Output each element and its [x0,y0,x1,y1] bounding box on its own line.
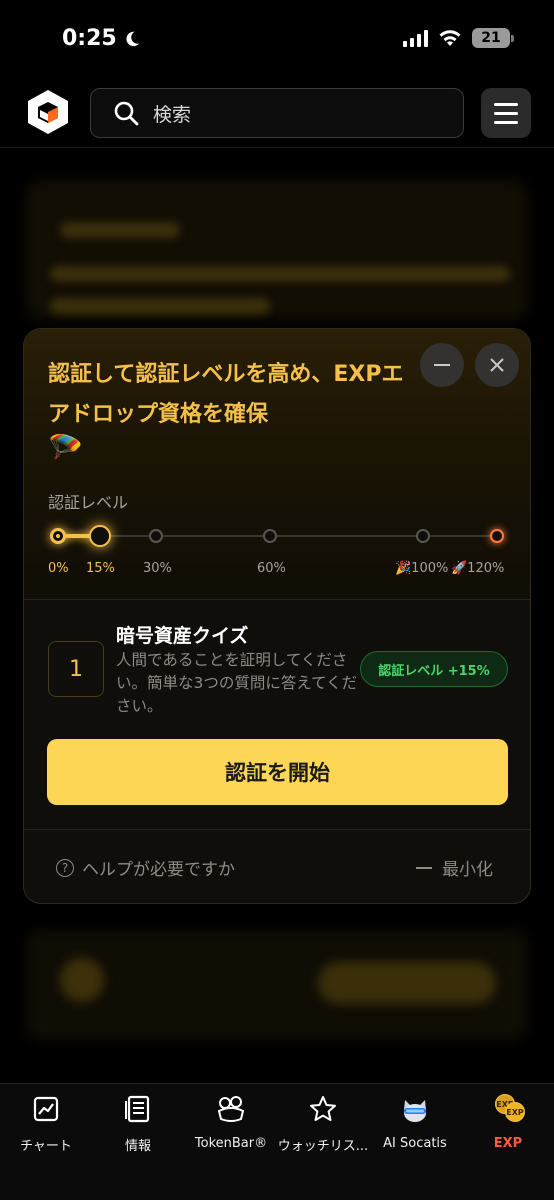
moon-icon [126,31,139,46]
level-dot-0 [50,528,66,544]
level-label-60: 60% [257,561,286,576]
background-button [318,962,496,1004]
level-label-0: 0% [48,561,69,576]
task-description: 人間であることを証明してください。簡単な3つの質問に答えてください。 [116,651,358,715]
minimize-label: 最小化 [442,860,493,880]
logo-icon [28,90,68,134]
task-title: 暗号資産クイズ [116,625,249,647]
level-label-30: 30% [143,561,172,576]
level-progress-track [57,534,499,538]
exp-coins-icon: EXP EXP [493,1094,525,1124]
chart-icon [31,1094,61,1123]
close-icon [490,358,504,372]
background-text [60,222,180,238]
close-button[interactable] [475,343,519,387]
battery-icon: 21 [472,28,514,48]
level-dot-30 [149,529,163,543]
tab-label: チャート [20,1139,72,1154]
bottom-tab-bar: チャート 情報 TokenBar® ウォッチリス... AI Socatis E… [0,1083,554,1200]
hamburger-menu-button[interactable] [481,88,531,138]
level-dot-15 [89,525,111,547]
search-placeholder: 検索 [153,103,192,126]
star-icon [308,1094,338,1123]
battery-level: 21 [481,30,501,46]
tab-chart[interactable]: チャート [0,1094,92,1154]
tab-label: TokenBar® [194,1136,268,1151]
minimize-button[interactable] [420,343,464,387]
background-text [50,298,270,314]
level-dot-120 [490,529,504,543]
tab-news[interactable]: 情報 [92,1094,184,1154]
minus-icon [416,866,432,869]
parachute-icon: 🪂 [48,431,83,464]
tab-watchlist[interactable]: ウォッチリス... [277,1094,369,1154]
verification-level-label: 認証レベル [48,493,129,512]
help-label: ヘルプが必要ですか [82,860,235,880]
level-dot-60 [263,529,277,543]
minus-icon [434,364,450,366]
level-label-100: 🎉100% [395,561,449,576]
tab-tokenbar[interactable]: TokenBar® [185,1094,277,1154]
cellular-signal-icon [403,29,428,47]
search-input[interactable]: 検索 [90,88,464,138]
tab-label: ウォッチリス... [277,1139,369,1154]
app-logo[interactable] [26,88,70,136]
tab-ai-socatis[interactable]: AI Socatis [369,1094,461,1154]
divider [24,829,530,830]
status-bar: 0:25 21 [0,0,554,82]
ai-cat-icon [400,1094,430,1124]
level-bonus-badge: 認証レベル +15% [360,651,508,687]
task-number: 1 [48,641,104,697]
tokenbar-icon [216,1094,246,1124]
minimize-link[interactable]: 最小化 [416,855,493,880]
tab-label: EXP [493,1136,523,1151]
help-link[interactable]: ? ヘルプが必要ですか [56,855,235,880]
status-indicators: 21 [403,28,514,48]
tab-exp[interactable]: EXP EXP EXP [462,1094,554,1154]
modal-title: 認証して認証レベルを高め、EXPエアドロップ資格を確保 [48,362,404,427]
verification-modal: 認証して認証レベルを高め、EXPエアドロップ資格を確保 🪂 認証レベル 0% 1… [23,328,531,904]
level-dot-100 [416,529,430,543]
start-verification-button[interactable]: 認証を開始 [47,739,508,805]
status-time: 0:25 [62,26,141,51]
wifi-icon [439,30,461,46]
help-icon: ? [56,858,74,877]
app-header: 検索 [0,82,554,148]
clock-text: 0:25 [62,26,117,51]
tab-label: 情報 [124,1139,151,1154]
background-text [50,266,510,282]
search-icon [114,101,139,126]
tab-label: AI Socatis [383,1136,447,1151]
divider [24,599,530,600]
level-label-120: 🚀120% [451,561,505,576]
news-icon [123,1094,153,1123]
level-label-15: 15% [86,561,115,576]
background-avatar [60,958,104,1002]
